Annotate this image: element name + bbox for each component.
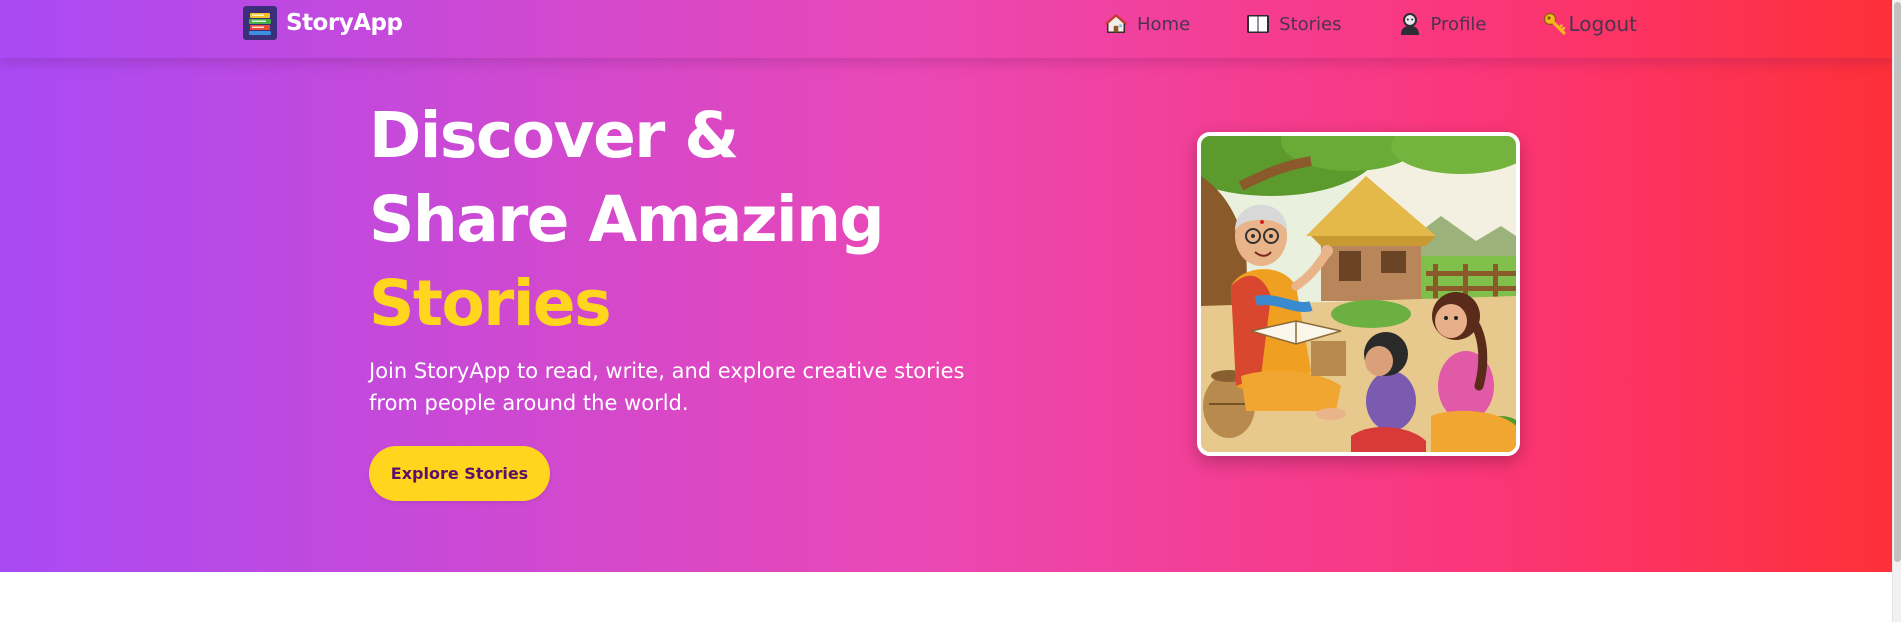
brand-link[interactable]: StoryApp <box>243 5 403 41</box>
nav-logout-label: Logout <box>1568 12 1637 36</box>
nav-profile[interactable]: Profile <box>1398 11 1487 37</box>
nav-logout[interactable]: Logout <box>1543 11 1637 37</box>
navbar: StoryApp Home Stories Profile Logout <box>0 0 1892 58</box>
page-scrollbar[interactable] <box>1892 0 1901 622</box>
hero-subtitle: Join StoryApp to read, write, and explor… <box>369 359 965 415</box>
explore-stories-button[interactable]: Explore Stories <box>369 446 550 501</box>
open-book-icon <box>1246 12 1270 36</box>
nav-stories[interactable]: Stories <box>1246 11 1342 37</box>
scrollbar-thumb[interactable] <box>1894 2 1901 562</box>
nav-stories-label: Stories <box>1279 13 1342 35</box>
key-icon <box>1543 12 1567 36</box>
nav-home[interactable]: Home <box>1104 11 1190 37</box>
hero-section: StoryApp Home Stories Profile Logout Dis… <box>0 0 1892 572</box>
person-icon <box>1398 12 1422 36</box>
page: StoryApp Home Stories Profile Logout Dis… <box>0 0 1892 622</box>
grandmother-storytelling-illustration <box>1201 136 1516 452</box>
hero-title-accent: Stories <box>369 267 612 340</box>
hero-title-line-1: Discover & <box>369 99 739 172</box>
brand-name: StoryApp <box>286 10 403 36</box>
nav-profile-label: Profile <box>1430 13 1487 35</box>
hero-illustration <box>1197 132 1520 456</box>
hero-title: Discover & Share Amazing Stories <box>369 94 989 346</box>
main-nav: Home Stories Profile Logout <box>1104 11 1637 37</box>
stacked-books-icon <box>243 6 277 40</box>
nav-home-label: Home <box>1137 13 1191 35</box>
house-icon <box>1104 12 1128 36</box>
hero-title-line-2: Share Amazing <box>369 183 885 256</box>
